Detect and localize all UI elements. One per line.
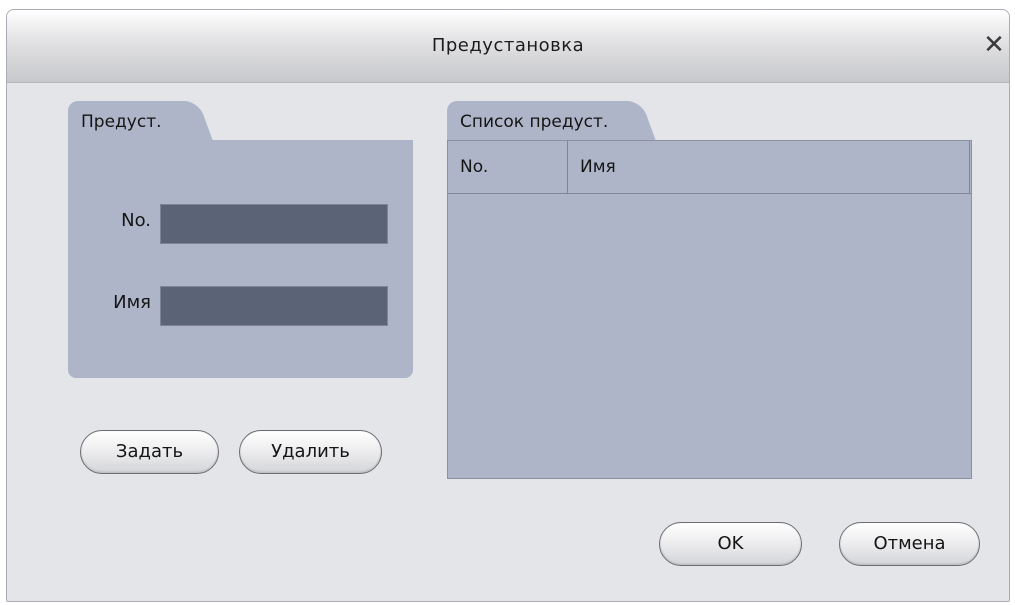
ok-button[interactable]: OK bbox=[659, 522, 802, 566]
set-button[interactable]: Задать bbox=[80, 430, 219, 474]
close-icon[interactable]: ✕ bbox=[979, 30, 1009, 60]
delete-button[interactable]: Удалить bbox=[239, 430, 382, 474]
name-input[interactable] bbox=[160, 286, 388, 326]
tab-preset[interactable]: Предуст. bbox=[68, 101, 190, 143]
table-header: No. Имя bbox=[448, 141, 971, 194]
column-header-no[interactable]: No. bbox=[448, 141, 568, 193]
preset-list-table[interactable]: No. Имя bbox=[447, 140, 972, 479]
tab-preset-label: Предуст. bbox=[81, 112, 162, 132]
preset-dialog: Предустановка ✕ Предуст. No. Имя Задать … bbox=[6, 9, 1010, 602]
cancel-button[interactable]: Отмена bbox=[839, 522, 980, 566]
no-label: No. bbox=[121, 210, 151, 231]
title-bar[interactable]: Предустановка ✕ bbox=[7, 10, 1009, 83]
column-header-name[interactable]: Имя bbox=[568, 141, 970, 193]
preset-panel: No. Имя bbox=[68, 140, 413, 378]
tab-preset-list-label: Список предуст. bbox=[460, 112, 609, 132]
name-label: Имя bbox=[113, 292, 151, 313]
no-input[interactable] bbox=[160, 204, 388, 244]
dialog-title: Предустановка bbox=[431, 35, 585, 56]
tab-preset-list[interactable]: Список предуст. bbox=[447, 101, 633, 143]
